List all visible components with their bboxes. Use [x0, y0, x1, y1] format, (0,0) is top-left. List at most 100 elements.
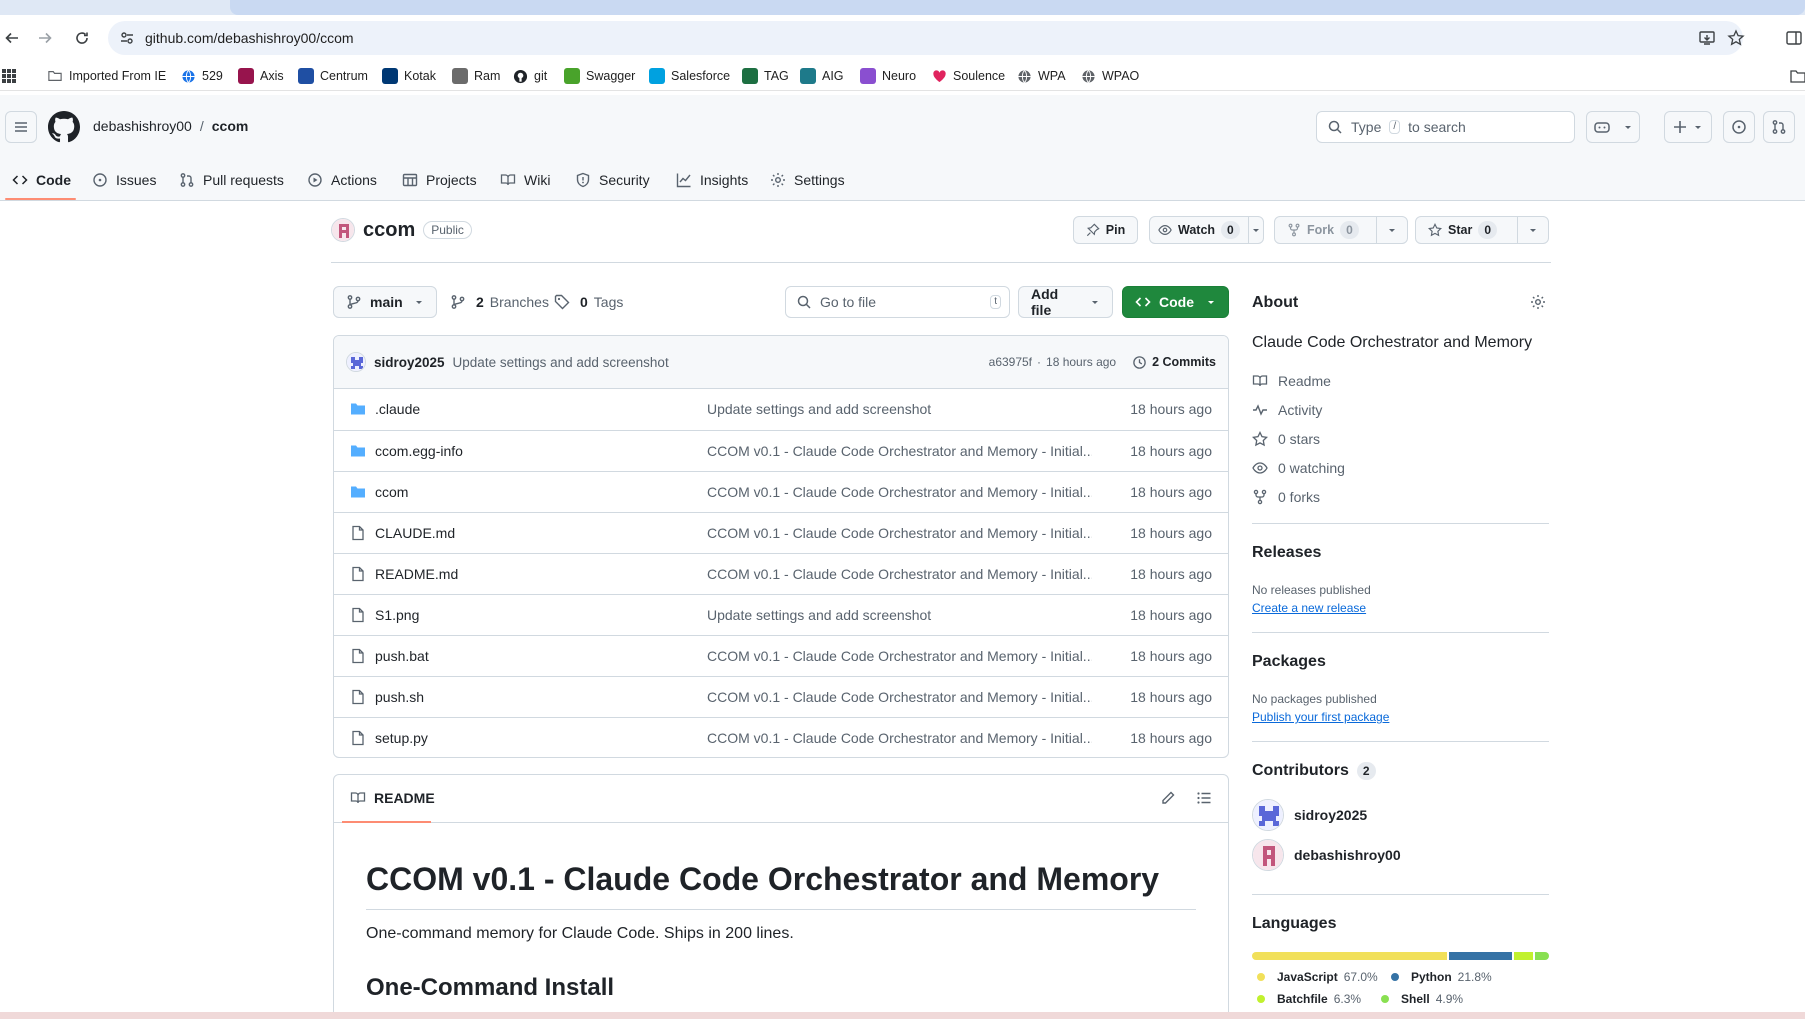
- language-item[interactable]: Python 21.8%: [1391, 970, 1492, 984]
- file-row[interactable]: CLAUDE.md CCOM v0.1 - Claude Code Orchest…: [334, 512, 1228, 553]
- tab-actions[interactable]: Actions: [307, 167, 377, 193]
- address-bar[interactable]: github.com/debashishroy00/ccom: [108, 21, 1745, 55]
- commit-message[interactable]: Update settings and add screenshot: [453, 355, 669, 370]
- language-bar-segment[interactable]: [1448, 952, 1513, 960]
- language-bar-segment[interactable]: [1252, 952, 1447, 960]
- about-link-0-stars[interactable]: 0 stars: [1252, 431, 1320, 447]
- fork-dropdown[interactable]: [1377, 225, 1407, 235]
- bookmark-529[interactable]: 529: [181, 67, 223, 85]
- bookmark-axis[interactable]: Axis: [238, 67, 284, 85]
- global-search-input[interactable]: Type / to search: [1316, 111, 1575, 143]
- bookmark-neuro[interactable]: Neuro: [860, 67, 916, 85]
- outline-button[interactable]: [1196, 790, 1212, 806]
- tab-projects[interactable]: Projects: [402, 167, 477, 193]
- tab-settings[interactable]: Settings: [770, 167, 845, 193]
- bookmark-salesforce[interactable]: Salesforce: [649, 67, 730, 85]
- bookmark-soulence[interactable]: Soulence: [932, 67, 1005, 85]
- edit-about-button[interactable]: [1530, 294, 1546, 310]
- file-name[interactable]: S1.png: [375, 607, 419, 623]
- file-commit-message[interactable]: Update settings and add screenshot: [707, 401, 1092, 417]
- file-row[interactable]: ccom.egg-info CCOM v0.1 - Claude Code Orc…: [334, 430, 1228, 471]
- breadcrumb-repo[interactable]: ccom: [212, 118, 249, 134]
- bookmark-swagger[interactable]: Swagger: [564, 67, 635, 85]
- contributor-item[interactable]: debashishroy00: [1252, 839, 1401, 871]
- file-row[interactable]: ccom CCOM v0.1 - Claude Code Orchestrator…: [334, 471, 1228, 512]
- bookmark-tag[interactable]: TAG: [742, 67, 789, 85]
- bookmark-imported-from-ie[interactable]: Imported From IE: [47, 67, 166, 85]
- browser-active-tab[interactable]: [230, 0, 1805, 15]
- watch-dropdown[interactable]: [1248, 225, 1263, 235]
- bookmark-centrum[interactable]: Centrum: [298, 67, 368, 85]
- tab-issues[interactable]: Issues: [92, 167, 156, 193]
- go-to-file-input[interactable]: Go to file t: [785, 286, 1010, 318]
- tab-security[interactable]: Security: [575, 167, 650, 193]
- language-item[interactable]: JavaScript 67.0%: [1257, 970, 1378, 984]
- file-commit-message[interactable]: CCOM v0.1 - Claude Code Orchestrator and…: [707, 525, 1092, 541]
- file-commit-message[interactable]: CCOM v0.1 - Claude Code Orchestrator and…: [707, 484, 1092, 500]
- commit-author[interactable]: sidroy2025: [374, 355, 445, 370]
- repo-name[interactable]: ccom: [363, 219, 415, 242]
- file-name[interactable]: .claude: [375, 401, 420, 417]
- language-bar-segment[interactable]: [1534, 952, 1549, 960]
- create-new-button[interactable]: [1664, 111, 1712, 143]
- file-name[interactable]: ccom.egg-info: [375, 443, 463, 459]
- file-row[interactable]: README.md CCOM v0.1 - Claude Code Orchest…: [334, 553, 1228, 594]
- other-bookmarks-folder[interactable]: [1790, 67, 1805, 85]
- contributors-heading[interactable]: Contributors 2: [1252, 762, 1376, 780]
- file-commit-message[interactable]: Update settings and add screenshot: [707, 607, 1092, 623]
- add-file-button[interactable]: Add file: [1018, 286, 1113, 318]
- file-name[interactable]: setup.py: [375, 730, 428, 746]
- about-link-0-watching[interactable]: 0 watching: [1252, 460, 1345, 476]
- language-item[interactable]: Shell 4.9%: [1381, 992, 1463, 1006]
- fork-button[interactable]: Fork 0: [1275, 217, 1371, 243]
- star-button[interactable]: Star 0: [1416, 217, 1509, 243]
- file-row[interactable]: .claude Update settings and add screensho…: [334, 389, 1228, 430]
- github-logo[interactable]: [48, 111, 80, 143]
- readme-tab[interactable]: README: [350, 790, 435, 806]
- tab-code[interactable]: Code: [12, 167, 71, 193]
- apps-button[interactable]: [2, 67, 16, 85]
- create-release-link[interactable]: Create a new release: [1252, 601, 1366, 615]
- file-row[interactable]: S1.png Update settings and add screenshot…: [334, 594, 1228, 635]
- language-item[interactable]: Batchfile 6.3%: [1257, 992, 1361, 1006]
- global-menu-button[interactable]: [5, 111, 37, 143]
- about-link-activity[interactable]: Activity: [1252, 402, 1322, 418]
- file-commit-message[interactable]: CCOM v0.1 - Claude Code Orchestrator and…: [707, 648, 1092, 664]
- commit-sha[interactable]: a63975f: [989, 355, 1032, 369]
- site-info-icon[interactable]: [119, 30, 135, 46]
- copilot-button[interactable]: [1586, 111, 1640, 143]
- tab-insights[interactable]: Insights: [676, 167, 748, 193]
- file-name[interactable]: push.bat: [375, 648, 429, 664]
- side-panel-button[interactable]: [1783, 26, 1805, 50]
- bookmark-kotak[interactable]: Kotak: [382, 67, 436, 85]
- bookmark-ram[interactable]: Ram: [452, 67, 500, 85]
- bookmark-star-icon[interactable]: [1727, 29, 1745, 47]
- commits-link[interactable]: 2 Commits: [1132, 355, 1216, 370]
- file-row[interactable]: push.bat CCOM v0.1 - Claude Code Orchestr…: [334, 635, 1228, 676]
- issues-global-button[interactable]: [1723, 111, 1755, 143]
- about-link-readme[interactable]: Readme: [1252, 373, 1331, 389]
- file-name[interactable]: CLAUDE.md: [375, 525, 455, 541]
- file-name[interactable]: README.md: [375, 566, 458, 582]
- tab-wiki[interactable]: Wiki: [500, 167, 550, 193]
- breadcrumb-owner[interactable]: debashishroy00: [93, 118, 192, 134]
- pin-button[interactable]: Pin: [1073, 216, 1138, 244]
- owner-avatar[interactable]: [331, 218, 355, 242]
- back-button[interactable]: [0, 26, 24, 50]
- pull-requests-global-button[interactable]: [1763, 111, 1795, 143]
- file-commit-message[interactable]: CCOM v0.1 - Claude Code Orchestrator and…: [707, 730, 1092, 746]
- file-commit-message[interactable]: CCOM v0.1 - Claude Code Orchestrator and…: [707, 566, 1092, 582]
- publish-package-link[interactable]: Publish your first package: [1252, 710, 1389, 724]
- packages-heading[interactable]: Packages: [1252, 653, 1326, 671]
- install-app-icon[interactable]: [1698, 29, 1716, 47]
- file-row[interactable]: push.sh CCOM v0.1 - Claude Code Orchestra…: [334, 676, 1228, 717]
- releases-heading[interactable]: Releases: [1252, 544, 1321, 562]
- bookmark-wpa[interactable]: WPA: [1017, 67, 1066, 85]
- watch-button[interactable]: Watch 0: [1150, 217, 1248, 243]
- language-bar-segment[interactable]: [1514, 952, 1533, 960]
- tab-pull-requests[interactable]: Pull requests: [179, 167, 284, 193]
- contributor-item[interactable]: sidroy2025: [1252, 799, 1367, 831]
- file-row[interactable]: setup.py CCOM v0.1 - Claude Code Orchestr…: [334, 717, 1228, 757]
- branches-link[interactable]: 2 Branches: [450, 294, 549, 310]
- code-button[interactable]: Code: [1122, 286, 1229, 318]
